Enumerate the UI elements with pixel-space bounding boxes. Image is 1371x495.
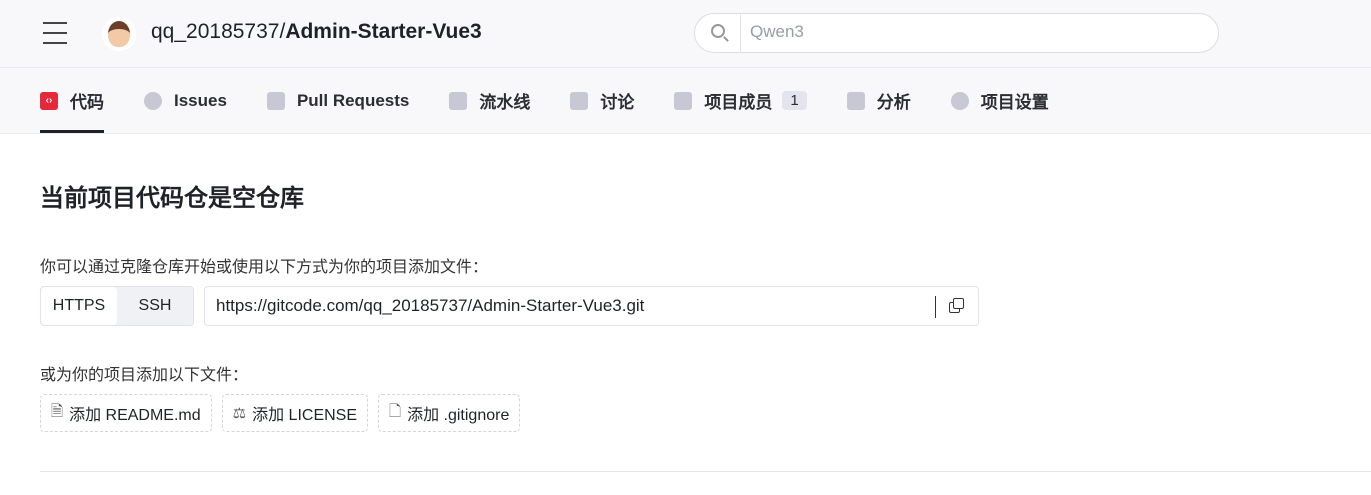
clone-label: 你可以通过克隆仓库开始或使用以下方式为你的项目添加文件： [40, 259, 489, 276]
tab-analytics[interactable]: 分析 [846, 68, 911, 133]
repo-link[interactable]: Admin-Starter-Vue3 [285, 20, 481, 43]
tab-discussion[interactable]: 讨论 [570, 68, 634, 133]
tab-label: 代码 [70, 93, 104, 112]
file-edit-icon: 🗎 [51, 402, 64, 420]
menu-icon[interactable] [43, 22, 67, 44]
tab-label: 项目设置 [980, 93, 1049, 112]
repo-title: qq_20185737/Admin-Starter-Vue3 [151, 20, 482, 44]
tab-label: Pull Requests [296, 90, 410, 110]
search-icon [711, 24, 725, 38]
ssh-button[interactable]: SSH [117, 287, 193, 325]
top-bar: qq_20185737/Admin-Starter-Vue3 [0, 0, 1371, 68]
repo-tabs: ‹› 代码 Issues Pull Requests 流水线 讨论 项目成员 1 分… [0, 68, 1371, 134]
copy-icon[interactable] [949, 298, 965, 314]
button-label: 添加 .gitignore [407, 407, 510, 424]
button-label: 添加 LICENSE [252, 407, 358, 424]
protocol-toggle: HTTPS SSH [40, 286, 194, 326]
tab-label: 流水线 [479, 93, 531, 112]
code-icon: ‹› [40, 91, 58, 110]
scale-icon: ⚖ [232, 405, 247, 422]
tab-label: 项目成员 [704, 93, 773, 112]
file-add-icon: 🗋 [389, 402, 402, 420]
analytics-icon [846, 91, 865, 110]
pull-request-icon [266, 91, 285, 110]
tab-label: Issues [174, 90, 227, 110]
tab-label: 讨论 [600, 93, 635, 112]
pipeline-icon [449, 91, 468, 110]
search-box [694, 13, 1219, 53]
add-files-label: 或为你的项目添加以下文件： [40, 367, 249, 384]
divider [935, 296, 936, 318]
tab-code[interactable]: ‹› 代码 [40, 68, 104, 133]
discussion-icon [570, 91, 589, 110]
members-icon [674, 91, 693, 110]
search-input[interactable] [750, 22, 1190, 42]
https-button[interactable]: HTTPS [41, 287, 117, 325]
settings-icon [950, 91, 969, 110]
button-label: 添加 README.md [69, 407, 201, 424]
clone-url-field[interactable]: https://gitcode.com/qq_20185737/Admin-St… [204, 286, 979, 326]
issue-icon [144, 91, 162, 110]
owner-link[interactable]: qq_20185737/ [151, 20, 285, 43]
divider [40, 471, 1371, 472]
tab-settings[interactable]: 项目设置 [950, 68, 1049, 133]
add-gitignore-button[interactable]: 🗋 添加 .gitignore [378, 394, 521, 432]
tab-pipeline[interactable]: 流水线 [449, 68, 530, 133]
tab-issues[interactable]: Issues [144, 68, 227, 133]
add-file-buttons: 🗎 添加 README.md ⚖ 添加 LICENSE 🗋 添加 .gitignore [40, 394, 521, 432]
tab-members[interactable]: 项目成员 1 [674, 68, 807, 133]
tab-pull-requests[interactable]: Pull Requests [266, 68, 410, 133]
add-license-button[interactable]: ⚖ 添加 LICENSE [221, 394, 369, 432]
add-readme-button[interactable]: 🗎 添加 README.md [40, 394, 212, 432]
clone-url: https://gitcode.com/qq_20185737/Admin-St… [216, 296, 645, 315]
page-title: 当前项目代码仓是空仓库 [40, 185, 304, 212]
avatar[interactable] [102, 17, 136, 51]
members-count-badge: 1 [782, 91, 807, 110]
tab-label: 分析 [876, 93, 911, 112]
